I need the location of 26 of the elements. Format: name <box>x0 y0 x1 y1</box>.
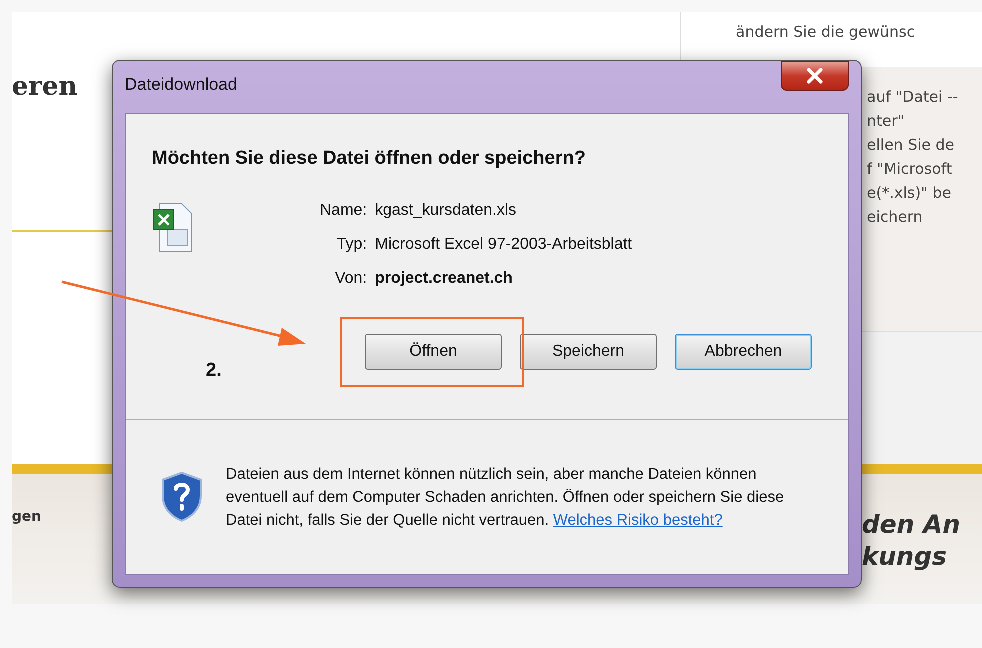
instruction-text: e(*.xls)" be <box>867 183 952 203</box>
field-value: project.creanet.ch <box>375 270 514 288</box>
dialog-question: Möchten Sie diese Datei öffnen oder speichern? <box>152 148 587 170</box>
dialog-button[interactable]: Abbrechen <box>675 334 812 370</box>
field-label: Von: <box>334 270 368 288</box>
dialog-button[interactable]: Öffnen <box>365 334 502 370</box>
close-button[interactable] <box>781 61 849 91</box>
instruction-text: f "Microsoft <box>867 159 954 179</box>
step-number: 2. <box>206 360 222 382</box>
instruction-text: auf "Datei -- <box>867 87 960 107</box>
field-label: Name: <box>320 202 368 220</box>
field-value: Microsoft Excel 97-2003-Arbeitsblatt <box>375 236 632 254</box>
security-shield-icon <box>160 471 204 523</box>
risk-link[interactable]: Welches Risiko besteht? <box>553 512 723 528</box>
instruction-text: nter" <box>867 111 906 131</box>
field-value: kgast_kursdaten.xls <box>375 202 518 220</box>
instruction-text: ellen Sie de <box>867 135 956 155</box>
security-warning-text: Dateien aus dem Internet können nützlich sein, aber manche Dateien können eventuell auf dem Computer Schaden anrichten. Öffnen oder speichern Sie diese Datei nicht, falls Sie der Quelle nicht vertrauen. Welches Risiko besteht? <box>226 464 786 530</box>
instruction-text: ändern Sie die gewünsc <box>736 23 916 41</box>
section-heading: den An <box>862 509 962 541</box>
dialog-button[interactable]: Speichern <box>520 334 657 370</box>
section-heading: kungs <box>862 541 948 573</box>
close-icon <box>806 68 824 84</box>
instruction-text: eichern <box>867 207 924 227</box>
field-label: Typ: <box>336 236 368 254</box>
section-label: gen <box>12 509 42 527</box>
